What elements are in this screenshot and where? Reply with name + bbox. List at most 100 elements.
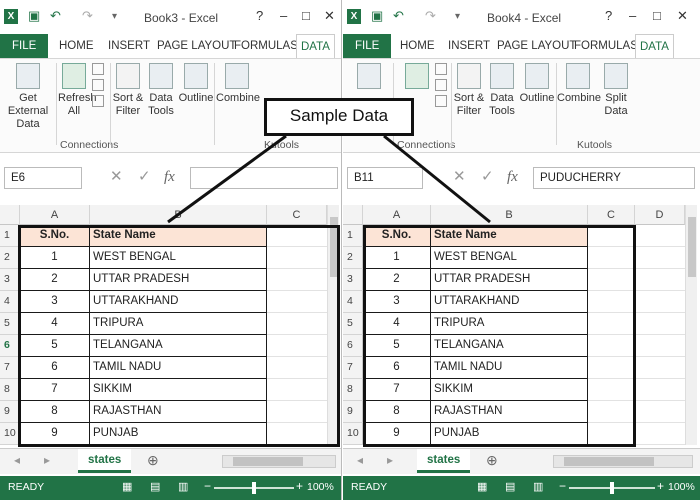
row-header[interactable]: 3 bbox=[343, 269, 363, 291]
cell-sno[interactable]: 9 bbox=[20, 423, 90, 445]
customize-qat-icon[interactable]: ▾ bbox=[455, 11, 460, 22]
tab-page-layout[interactable]: PAGE LAYOUT bbox=[153, 34, 240, 58]
tab-data[interactable]: DATA bbox=[635, 34, 674, 58]
cell-sno[interactable]: 3 bbox=[363, 291, 431, 313]
refresh-all-button[interactable] bbox=[401, 63, 433, 92]
prev-sheet-icon[interactable]: ◂ bbox=[14, 453, 20, 467]
row-header[interactable]: 7 bbox=[343, 357, 363, 379]
cell-state-name[interactable]: PUNJAB bbox=[431, 423, 588, 445]
empty-cell[interactable] bbox=[267, 291, 327, 313]
minimize-icon[interactable]: – bbox=[280, 8, 287, 23]
zoom-in-icon[interactable]: + bbox=[296, 479, 303, 493]
connections-small-buttons[interactable] bbox=[435, 63, 449, 107]
tab-formulas[interactable]: FORMULAS bbox=[570, 34, 642, 58]
close-icon[interactable]: ✕ bbox=[324, 8, 335, 24]
sort-filter-button[interactable]: Sort & Filter bbox=[453, 63, 485, 118]
row-header[interactable]: 8 bbox=[0, 379, 20, 401]
restore-icon[interactable]: □ bbox=[653, 8, 661, 23]
empty-cell[interactable] bbox=[588, 423, 635, 445]
tab-insert[interactable]: INSERT bbox=[104, 34, 154, 58]
cell-sno[interactable]: 4 bbox=[363, 313, 431, 335]
data-tools-button[interactable]: Data Tools bbox=[146, 63, 176, 118]
row-header[interactable]: 6 bbox=[0, 335, 20, 357]
column-header-b[interactable]: B bbox=[431, 205, 588, 225]
fx-icon[interactable]: fx bbox=[507, 167, 518, 189]
row-header[interactable]: 10 bbox=[343, 423, 363, 445]
cell-state-name[interactable]: SIKKIM bbox=[431, 379, 588, 401]
empty-cell[interactable] bbox=[588, 247, 635, 269]
cell-sno[interactable]: 9 bbox=[363, 423, 431, 445]
connections-small-buttons[interactable] bbox=[92, 63, 106, 107]
vertical-scrollbar[interactable] bbox=[685, 205, 697, 445]
restore-icon[interactable]: □ bbox=[302, 8, 310, 23]
vertical-scrollbar[interactable] bbox=[327, 205, 339, 445]
hscroll-thumb[interactable] bbox=[564, 457, 654, 466]
page-layout-view-icon[interactable]: ▤ bbox=[505, 480, 515, 493]
row-header[interactable]: 8 bbox=[343, 379, 363, 401]
cell-state-name[interactable]: UTTARAKHAND bbox=[90, 291, 267, 313]
select-all-corner[interactable] bbox=[343, 205, 363, 225]
formula-input[interactable] bbox=[190, 167, 338, 189]
help-icon[interactable]: ? bbox=[605, 8, 612, 23]
cell-state-name[interactable]: TAMIL NADU bbox=[90, 357, 267, 379]
name-box[interactable]: B11 bbox=[347, 167, 423, 189]
cell-state-name[interactable]: TRIPURA bbox=[431, 313, 588, 335]
prev-sheet-icon[interactable]: ◂ bbox=[357, 453, 363, 467]
column-header-b[interactable]: B bbox=[90, 205, 267, 225]
zoom-slider-knob[interactable] bbox=[252, 482, 256, 494]
fx-icon[interactable]: fx bbox=[164, 167, 175, 189]
cell-state-name[interactable]: UTTARAKHAND bbox=[431, 291, 588, 313]
tab-file[interactable]: FILE bbox=[343, 34, 392, 58]
cell-state-name[interactable]: WEST BENGAL bbox=[431, 247, 588, 269]
tab-file[interactable]: FILE bbox=[0, 34, 49, 58]
empty-cell[interactable] bbox=[588, 357, 635, 379]
cell-state-name[interactable]: UTTAR PRADESH bbox=[90, 269, 267, 291]
redo-icon[interactable]: ↷ bbox=[82, 8, 93, 24]
scroll-thumb[interactable] bbox=[330, 217, 338, 277]
empty-cell[interactable] bbox=[588, 335, 635, 357]
cell-sno[interactable]: 1 bbox=[20, 247, 90, 269]
horizontal-scrollbar[interactable] bbox=[222, 455, 336, 468]
row-header[interactable]: 4 bbox=[343, 291, 363, 313]
new-sheet-icon[interactable]: ⊕ bbox=[486, 452, 498, 469]
empty-cell[interactable] bbox=[267, 379, 327, 401]
empty-cell[interactable] bbox=[635, 313, 685, 335]
page-layout-view-icon[interactable]: ▤ bbox=[150, 480, 160, 493]
row-header[interactable]: 9 bbox=[0, 401, 20, 423]
empty-cell[interactable] bbox=[635, 269, 685, 291]
combine-button[interactable]: Combine bbox=[557, 63, 601, 105]
cell-state-name[interactable]: RAJASTHAN bbox=[90, 401, 267, 423]
empty-cell[interactable] bbox=[267, 247, 327, 269]
row-header[interactable]: 3 bbox=[0, 269, 20, 291]
cell-sno[interactable]: 4 bbox=[20, 313, 90, 335]
row-header[interactable]: 1 bbox=[0, 225, 20, 247]
tab-data[interactable]: DATA bbox=[296, 34, 335, 58]
empty-cell[interactable] bbox=[588, 291, 635, 313]
data-tools-button[interactable]: Data Tools bbox=[487, 63, 517, 118]
close-icon[interactable]: ✕ bbox=[677, 8, 688, 24]
tab-home[interactable]: HOME bbox=[55, 34, 98, 58]
empty-cell[interactable] bbox=[267, 225, 327, 247]
cancel-icon[interactable]: ✕ bbox=[453, 167, 466, 189]
get-external-data-button[interactable] bbox=[355, 63, 383, 92]
refresh-all-button[interactable]: Refresh All bbox=[58, 63, 97, 118]
cell-sno[interactable]: 3 bbox=[20, 291, 90, 313]
empty-cell[interactable] bbox=[267, 335, 327, 357]
cell-sno[interactable]: 5 bbox=[20, 335, 90, 357]
undo-icon[interactable]: ↶ bbox=[50, 8, 61, 24]
tab-formulas[interactable]: FORMULAS bbox=[230, 34, 302, 58]
cell-state-name[interactable]: TELANGANA bbox=[431, 335, 588, 357]
enter-icon[interactable]: ✓ bbox=[481, 167, 494, 189]
empty-cell[interactable] bbox=[635, 225, 685, 247]
page-break-view-icon[interactable]: ▥ bbox=[178, 480, 188, 493]
row-header[interactable]: 7 bbox=[0, 357, 20, 379]
row-header[interactable]: 1 bbox=[343, 225, 363, 247]
customize-qat-icon[interactable]: ▾ bbox=[112, 11, 117, 22]
empty-cell[interactable] bbox=[635, 379, 685, 401]
zoom-level[interactable]: 100% bbox=[307, 481, 334, 493]
tab-page-layout[interactable]: PAGE LAYOUT bbox=[493, 34, 580, 58]
empty-cell[interactable] bbox=[588, 269, 635, 291]
empty-cell[interactable] bbox=[267, 313, 327, 335]
next-sheet-icon[interactable]: ▸ bbox=[44, 453, 50, 467]
zoom-out-icon[interactable]: − bbox=[204, 479, 211, 493]
